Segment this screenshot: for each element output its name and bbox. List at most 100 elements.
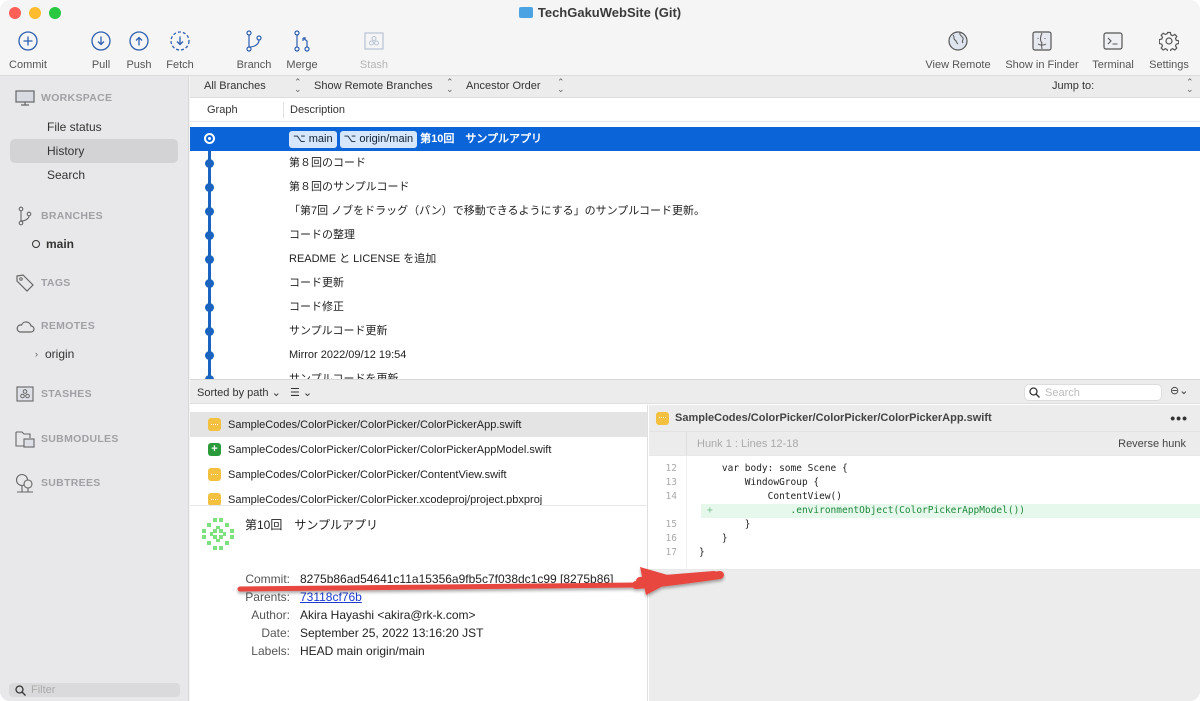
- diff-line-added: + .environmentObject(ColorPickerAppModel…: [701, 504, 1200, 518]
- sidebar-section-subtrees[interactable]: SUBTREES: [15, 473, 101, 493]
- chevron-right-icon[interactable]: ›: [35, 349, 38, 359]
- commit-row[interactable]: コード更新: [190, 271, 1200, 295]
- branch-icon: [245, 30, 263, 52]
- more-options-icon[interactable]: •••: [1170, 410, 1188, 426]
- reverse-hunk-button[interactable]: Reverse hunk: [1118, 438, 1186, 450]
- terminal-icon: [1103, 30, 1123, 52]
- diff-line: 16 }: [665, 533, 728, 544]
- gear-icon: [1159, 30, 1179, 52]
- sidebar-section-branches[interactable]: BRANCHES: [15, 206, 103, 226]
- commit-row[interactable]: 第８回のサンプルコード: [190, 175, 1200, 199]
- column-description[interactable]: Description: [290, 104, 345, 116]
- file-list-toolbar: Sorted by path ⌄ ☰ ⌄ Search ⊖⌄: [190, 379, 1200, 404]
- jump-to-select[interactable]: Jump to:: [1052, 80, 1094, 92]
- branch-badge-origin-main[interactable]: ⌥ origin/main: [339, 131, 418, 148]
- diff-line: 13 WindowGroup {: [665, 477, 820, 488]
- commit-row[interactable]: コードの整理: [190, 223, 1200, 247]
- history-filter-bar: All Branches ⌃ ⌄ Show Remote Branches ⌃ ⌄ …: [190, 76, 1200, 98]
- history-column-header: Graph Description: [190, 98, 1200, 122]
- stash-icon: [364, 30, 384, 52]
- submodule-folder-icon: [15, 430, 35, 448]
- fetch-dashed-circle-icon: [170, 30, 190, 52]
- diff-line: 15 }: [665, 519, 751, 530]
- updown-chevron-icon: ⌃ ⌄: [1186, 77, 1194, 94]
- sidebar-section-submodules[interactable]: SUBMODULES: [15, 430, 119, 448]
- stash-icon: [15, 386, 35, 402]
- parent-commit-link[interactable]: 73118cf76b: [300, 588, 362, 606]
- window-title: TechGakuWebSite (Git): [0, 5, 1200, 20]
- updown-chevron-icon: ⌃ ⌄: [557, 77, 565, 94]
- diff-line: 17}: [665, 547, 705, 558]
- sort-by-path-dropdown[interactable]: Sorted by path ⌄: [197, 386, 281, 399]
- merge-icon: [293, 30, 311, 52]
- list-icon: ☰: [290, 387, 300, 399]
- diff-options-dropdown[interactable]: ⊖⌄: [1170, 384, 1188, 397]
- commit-hash: 8275b86ad54641c11a15356a9fb5c7f038dc1c99…: [300, 572, 614, 586]
- fetch-button[interactable]: Fetch: [150, 30, 210, 71]
- commit-row[interactable]: ⌥ main ⌥ origin/main 第10回 サンプルアプリ: [190, 127, 1200, 151]
- commit-row[interactable]: README と LICENSE を追加: [190, 247, 1200, 271]
- commit-row[interactable]: サンプルコードを更新: [190, 367, 1200, 379]
- file-row[interactable]: SampleCodes/ColorPicker/ColorPicker.xcod…: [190, 487, 647, 505]
- branches-filter-select[interactable]: All Branches: [204, 80, 266, 92]
- sidebar-item-search[interactable]: Search: [47, 168, 85, 182]
- sidebar-item-remote-origin[interactable]: › origin: [35, 347, 74, 361]
- search-icon: [1029, 387, 1040, 398]
- commit-row[interactable]: Mirror 2022/09/12 19:54: [190, 343, 1200, 367]
- stash-button[interactable]: Stash: [344, 30, 404, 71]
- diff-search-input[interactable]: Search: [1025, 385, 1161, 400]
- show-in-finder-button[interactable]: Show in Finder: [997, 30, 1087, 71]
- file-row[interactable]: SampleCodes/ColorPicker/ColorPicker/Cont…: [190, 462, 647, 487]
- commit-row[interactable]: 第８回のコード: [190, 151, 1200, 175]
- arrow-down-circle-icon: [91, 30, 111, 52]
- commit-message: 第10回 サンプルアプリ: [245, 518, 378, 532]
- plus-circle-icon: [18, 30, 38, 52]
- commit-details: 第10回 サンプルアプリ Commit: 8275b86ad54641c11a15…: [190, 505, 648, 701]
- added-file-icon: +: [208, 443, 221, 456]
- commit-button[interactable]: Commit: [0, 30, 58, 71]
- commit-order-select[interactable]: Ancestor Order: [466, 80, 541, 92]
- sidebar-section-workspace[interactable]: WORKSPACE: [15, 90, 112, 106]
- author-row: Author: Akira Hayashi <akira@rk-k.com>: [251, 608, 476, 622]
- sidebar-item-file-status[interactable]: File status: [47, 120, 102, 134]
- diff-code: 12 var body: some Scene { 13 WindowGroup…: [649, 455, 1200, 571]
- sidebar-section-remotes[interactable]: REMOTES: [15, 319, 95, 333]
- finder-icon: [1032, 30, 1052, 52]
- commit-row[interactable]: コード修正: [190, 295, 1200, 319]
- file-row[interactable]: SampleCodes/ColorPicker/ColorPicker/Colo…: [190, 412, 647, 437]
- list-view-options-dropdown[interactable]: ☰ ⌄: [290, 386, 312, 399]
- modified-file-icon: [208, 418, 221, 431]
- sidebar: WORKSPACE File status History Search BRA…: [0, 76, 189, 701]
- sidebar-section-tags[interactable]: TAGS: [15, 273, 71, 293]
- terminal-button[interactable]: Terminal: [1083, 30, 1143, 71]
- file-row[interactable]: + SampleCodes/ColorPicker/ColorPicker/Col…: [190, 437, 647, 462]
- search-icon: [15, 684, 26, 696]
- folder-icon: [518, 7, 533, 18]
- sidebar-section-stashes[interactable]: STASHES: [15, 386, 92, 402]
- view-remote-button[interactable]: View Remote: [918, 30, 998, 71]
- arrow-up-circle-icon: [129, 30, 149, 52]
- commit-node: [205, 303, 214, 312]
- commit-node: [205, 183, 214, 192]
- diff-panel: SampleCodes/ColorPicker/ColorPicker/Colo…: [649, 405, 1200, 701]
- commit-node: [205, 231, 214, 240]
- sidebar-item-branch-main[interactable]: main: [32, 237, 74, 251]
- remote-branches-select[interactable]: Show Remote Branches: [314, 80, 433, 92]
- commit-row[interactable]: 「第7回 ノブをドラッグ（パン）で移動できるようにする」のサンプルコード更新。: [190, 199, 1200, 223]
- commit-node: [205, 351, 214, 360]
- sidebar-item-history[interactable]: History: [10, 139, 178, 163]
- branch-badge-main[interactable]: ⌥ main: [289, 131, 337, 148]
- settings-button[interactable]: Settings: [1139, 30, 1199, 71]
- changed-files-list: SampleCodes/ColorPicker/ColorPicker/Colo…: [190, 405, 648, 505]
- modified-file-icon: [208, 493, 221, 505]
- sidebar-filter-input[interactable]: Filter: [9, 683, 180, 697]
- monitor-icon: [15, 90, 35, 106]
- diff-line: 14 ContentView(): [665, 491, 842, 502]
- author-avatar: [200, 516, 236, 552]
- column-graph[interactable]: Graph: [207, 104, 238, 116]
- commit-node: [205, 255, 214, 264]
- diff-line: 12 var body: some Scene {: [665, 463, 848, 474]
- commit-node: [205, 159, 214, 168]
- commit-row[interactable]: サンプルコード更新: [190, 319, 1200, 343]
- merge-button[interactable]: Merge: [272, 30, 332, 71]
